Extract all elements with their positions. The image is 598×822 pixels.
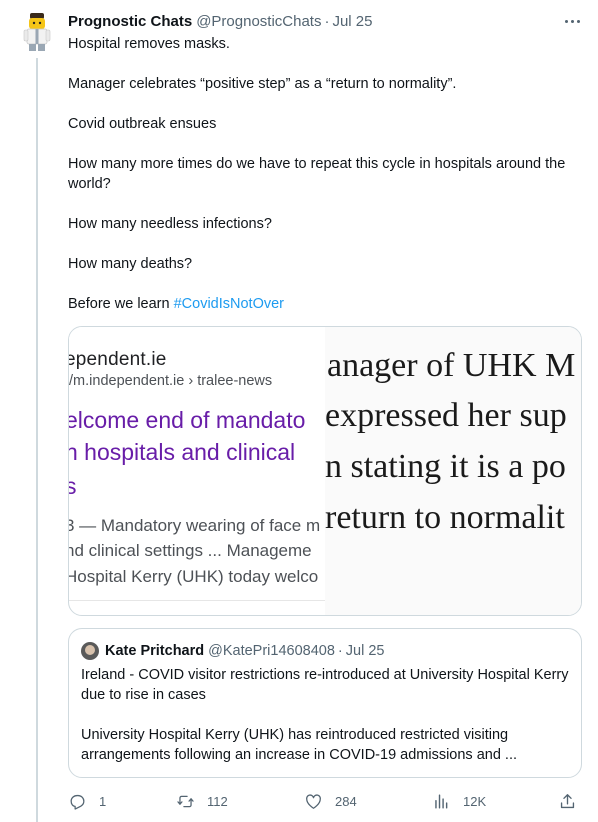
tweet-paragraph: How many needless infections? [68,216,272,232]
excerpt-line: anager of UHK M [327,347,576,384]
like-button[interactable]: 284 [304,790,357,812]
media-card[interactable]: ependent.ie //m.independent.ie › tralee-… [68,326,582,616]
excerpt-line: return to normalit [325,499,565,536]
result-title-line: s [69,473,77,500]
retweet-button[interactable]: 112 [176,790,228,812]
reply-button[interactable]: 1 [68,790,106,812]
retweet-count: 112 [207,793,228,809]
views-icon [435,793,448,809]
excerpt-line: expressed her sup [325,397,567,434]
tweet-paragraph: Manager celebrates “positive step” as a … [68,76,457,92]
result-title-line: n hospitals and clinical [69,439,296,465]
quoted-tweet[interactable]: Kate Pritchard @KatePri14608408 · Jul 25… [68,628,582,778]
tweet-text: Hospital removes masks. Manager celebrat… [68,34,584,314]
like-icon [306,793,321,809]
tweet-header: Prognostic Chats @PrognosticChats · Jul … [68,10,584,32]
quoted-author-avatar [81,642,99,660]
author-handle[interactable]: @PrognosticChats [196,13,321,30]
tweet-last-line-text: Before we learn [68,296,174,312]
tweet-date[interactable]: Jul 25 [332,13,372,30]
quoted-author-name: Kate Pritchard [105,643,205,659]
reply-icon [70,794,85,810]
tweet-paragraph: How many more times do we have to repeat… [68,156,566,192]
thread-line [36,58,38,822]
views-count: 12K [463,793,487,809]
share-button[interactable] [558,790,577,812]
quoted-author-handle: @KatePri14608408 [208,643,335,659]
tweet-last-line: Before we learn #CovidIsNotOver [68,294,584,314]
separator-dot: · [324,12,330,30]
result-title-line: elcome end of mandato [69,407,306,433]
article-excerpt-image[interactable]: anager of UHK M expressed her sup n stat… [325,327,581,615]
views-button[interactable]: 12K [432,790,486,812]
author-name[interactable]: Prognostic Chats [68,13,192,30]
search-result-image[interactable]: ependent.ie //m.independent.ie › tralee-… [69,327,325,601]
result-snippet-line: nd clinical settings ... Manageme [69,541,312,560]
result-snippet-line: Hospital Kerry (UHK) today welco [69,567,319,586]
tweet: Prognostic Chats @PrognosticChats · Jul … [68,10,584,314]
separator-dot: · [337,643,343,659]
image-divider [69,600,325,601]
result-site: ependent.ie [69,349,167,370]
quoted-tweet-header: Kate Pritchard @KatePri14608408 · Jul 25 [81,641,384,661]
retweet-icon [177,795,194,807]
result-url: //m.independent.ie › tralee-news [69,373,273,389]
result-snippet-line: 3 — Mandatory wearing of face m [69,516,321,535]
quoted-tweet-text: Ireland - COVID visitor restrictions re-… [81,665,571,765]
share-icon [560,793,575,808]
tweet-paragraph: Hospital removes masks. [68,36,230,52]
author-avatar[interactable] [18,10,56,52]
tweet-actions: 1 112 284 12K [68,790,580,812]
reply-count: 1 [99,793,107,809]
quoted-paragraph: Ireland - COVID visitor restrictions re-… [81,667,569,703]
quoted-tweet-date: Jul 25 [345,643,385,659]
tweet-paragraph: Covid outbreak ensues [68,116,217,132]
quoted-paragraph: University Hospital Kerry (UHK) has rein… [81,727,518,763]
more-icon[interactable] [562,12,582,30]
hashtag-link[interactable]: #CovidIsNotOver [174,296,284,312]
excerpt-line: n stating it is a po [325,448,566,485]
like-count: 284 [335,793,357,809]
tweet-paragraph: How many deaths? [68,256,193,272]
